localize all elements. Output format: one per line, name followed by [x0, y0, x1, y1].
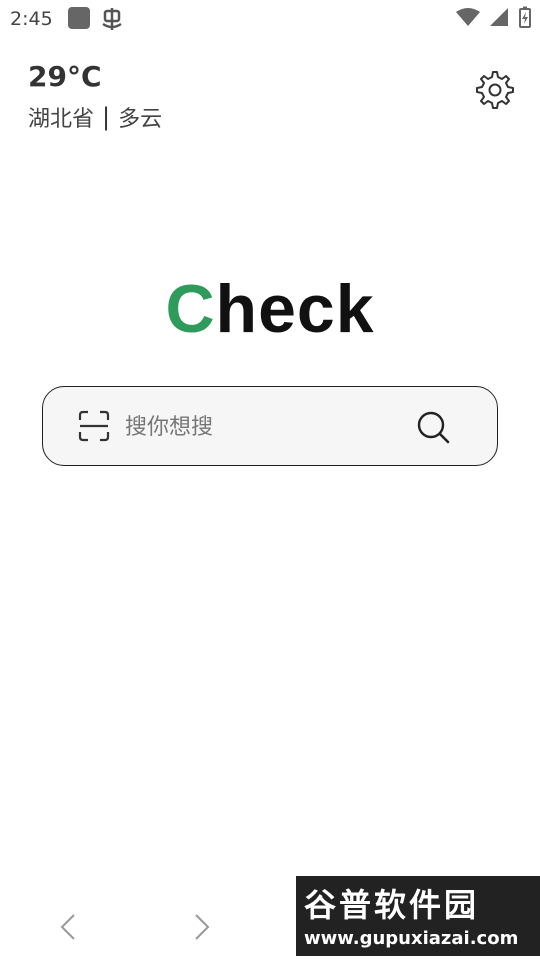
logo-rest: heck [215, 271, 375, 347]
weather-condition: 多云 [118, 107, 163, 132]
watermark: 谷普软件园 www.gupuxiazai.com [296, 876, 540, 956]
signal-icon [490, 8, 508, 26]
search-input[interactable] [123, 407, 387, 447]
status-bar: 2:45 [0, 0, 540, 38]
battery-icon [519, 6, 531, 28]
gear-icon[interactable] [475, 70, 515, 110]
scan-icon[interactable] [77, 409, 111, 443]
bug-icon [102, 8, 122, 30]
weather-details: 湖北省 | 多云 [28, 101, 162, 133]
logo-first-letter: C [165, 271, 216, 347]
app-logo: Check [0, 270, 540, 348]
status-indicators [456, 6, 532, 28]
weather-separator: | [102, 103, 111, 131]
chevron-left-icon[interactable] [56, 912, 80, 942]
chevron-right-icon[interactable] [190, 912, 214, 942]
status-time: 2:45 [10, 8, 53, 30]
weather-region: 湖北省 [28, 107, 95, 132]
watermark-title: 谷普软件园 [304, 886, 480, 924]
wifi-icon [456, 8, 480, 26]
watermark-url: www.gupuxiazai.com [304, 928, 519, 949]
weather-widget: 29°C 湖北省 | 多云 [28, 60, 162, 133]
weather-temperature: 29°C [28, 60, 102, 93]
search-icon[interactable] [415, 409, 451, 445]
app-notification-icon [68, 7, 90, 29]
search-bar[interactable] [42, 386, 498, 466]
